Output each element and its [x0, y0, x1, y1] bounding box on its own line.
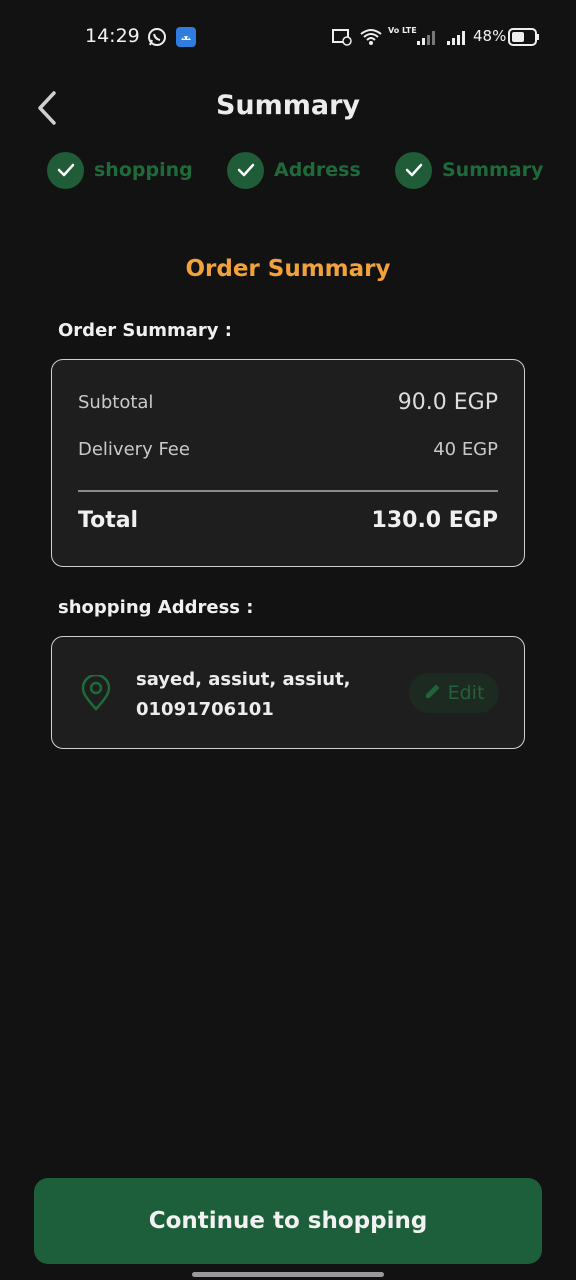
battery-percent: 48%	[473, 27, 507, 45]
page-title: Summary	[215, 90, 361, 121]
check-icon	[47, 151, 84, 189]
app-notification-icon	[176, 27, 196, 51]
check-icon	[227, 151, 264, 189]
delivery-fee-value: 40 EGP	[433, 439, 498, 460]
home-indicator[interactable]	[192, 1272, 384, 1277]
delivery-fee-label: Delivery Fee	[78, 439, 190, 460]
step-shopping: shopping	[47, 151, 193, 189]
step-label: Summary	[442, 159, 544, 181]
edit-label: Edit	[447, 682, 485, 704]
phone-line: 01091706101	[136, 699, 274, 720]
total-value: 130.0 EGP	[371, 508, 498, 533]
signal-icon	[446, 28, 468, 50]
shipping-address-card: sayed, assiut, assiut, 01091706101 Edit	[51, 636, 525, 749]
shipping-address-text: sayed, assiut, assiut, 01091706101	[136, 665, 351, 725]
step-summary: Summary	[395, 151, 543, 189]
continue-shopping-button[interactable]: Continue to shopping	[34, 1178, 542, 1264]
status-time: 14:29	[85, 25, 140, 47]
step-address: Address	[227, 151, 361, 189]
status-bar: 14:29 Vo LTE 48%	[0, 0, 576, 72]
location-pin-icon	[80, 673, 112, 715]
whatsapp-icon	[147, 27, 167, 51]
wifi-icon	[360, 28, 382, 50]
order-summary-card: Subtotal 90.0 EGP Delivery Fee 40 EGP To…	[51, 359, 525, 567]
edit-address-button[interactable]: Edit	[409, 673, 499, 713]
volte-label: Vo LTE	[388, 26, 417, 35]
order-summary-title: Order Summary	[185, 256, 391, 282]
subtotal-value: 90.0 EGP	[397, 390, 498, 415]
battery-icon	[508, 28, 540, 50]
continue-shopping-label: Continue to shopping	[148, 1208, 428, 1234]
address-line: sayed, assiut, assiut,	[136, 669, 351, 690]
subtotal-label: Subtotal	[78, 392, 154, 413]
subtotal-row: Subtotal 90.0 EGP	[78, 390, 498, 415]
step-label: Address	[274, 159, 361, 181]
shipping-address-heading: shopping Address :	[58, 597, 254, 618]
signal-icon	[416, 28, 438, 50]
total-row: Total 130.0 EGP	[78, 508, 498, 533]
delivery-fee-row: Delivery Fee 40 EGP	[78, 439, 498, 460]
step-label: shopping	[94, 159, 193, 181]
order-summary-heading: Order Summary :	[58, 320, 232, 341]
pencil-icon	[424, 682, 448, 705]
check-icon	[395, 151, 432, 189]
divider	[78, 490, 498, 492]
total-label: Total	[78, 508, 139, 533]
cast-icon	[332, 28, 352, 50]
